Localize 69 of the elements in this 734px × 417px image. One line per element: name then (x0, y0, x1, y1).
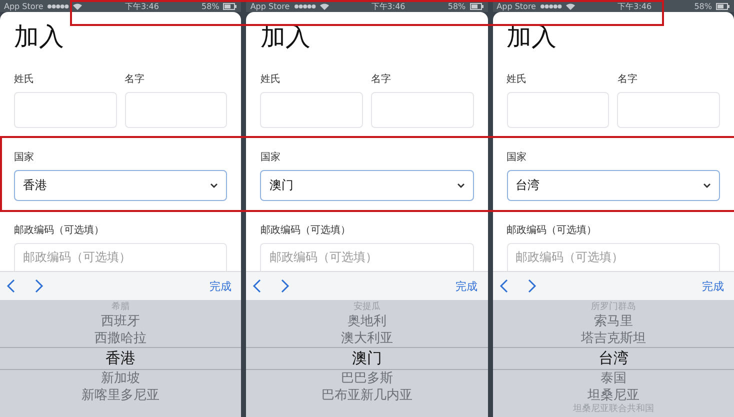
next-button[interactable] (281, 279, 290, 293)
previous-button[interactable] (498, 279, 508, 293)
input-field[interactable] (14, 92, 117, 128)
field-label: 国家 (506, 150, 528, 164)
next-button[interactable] (528, 279, 537, 293)
signal-dots-icon (47, 4, 70, 8)
picker-item[interactable]: 西撒哈拉 (94, 330, 147, 347)
picker-item[interactable]: 澳门 (352, 349, 382, 368)
picker-item[interactable]: 新喀里多尼亚 (82, 387, 160, 404)
picker-item[interactable]: 台湾 (598, 349, 628, 368)
field-label: 邮政编码（可选填） (14, 224, 105, 238)
status-time: 下午3:46 (618, 0, 652, 12)
field-label: 姓氏 (260, 72, 282, 86)
done-button[interactable]: 完成 (205, 278, 236, 294)
carrier-label: App Store (4, 2, 44, 10)
previous-button[interactable] (252, 279, 262, 293)
status-time: 下午3:46 (371, 0, 406, 12)
picker-item[interactable]: 塔吉克斯坦 (580, 330, 646, 347)
signal-dots-icon (540, 4, 562, 8)
carrier-label: App Store (250, 2, 290, 10)
country-select[interactable]: 澳门 (260, 170, 474, 202)
picker-item[interactable]: 香港 (106, 349, 136, 368)
picker-item[interactable]: 巴布亚新几内亚 (321, 387, 412, 404)
input-field[interactable] (124, 92, 228, 128)
battery-icon (470, 2, 484, 10)
chevron-down-icon (210, 182, 218, 188)
carrier-label: App Store (496, 2, 536, 10)
chevron-down-icon (456, 182, 465, 188)
wifi-icon (73, 2, 82, 10)
picker-item[interactable]: 坦桑尼亚 (587, 387, 640, 404)
input-field[interactable] (371, 92, 474, 128)
picker-item[interactable]: 西班牙 (101, 313, 140, 330)
input-field[interactable] (506, 92, 610, 128)
field-label: 国家 (260, 150, 282, 164)
signal-dots-icon (294, 4, 316, 8)
battery-icon (223, 2, 238, 10)
input-field[interactable] (617, 92, 720, 128)
field-label: 姓氏 (14, 72, 35, 86)
picker-item[interactable]: 新加坡 (101, 370, 140, 387)
previous-button[interactable] (6, 279, 15, 293)
picker-item[interactable]: 奥地利 (347, 313, 386, 330)
page-title: 加入 (506, 22, 558, 52)
picker-item[interactable]: 巴巴多斯 (340, 370, 393, 387)
status-time: 下午3:46 (124, 0, 159, 12)
field-label: 邮政编码（可选填） (506, 224, 598, 238)
picker-item[interactable]: 索马里 (594, 313, 633, 330)
country-select[interactable]: 台湾 (506, 170, 720, 202)
wifi-icon (320, 2, 329, 10)
field-label: 国家 (14, 150, 35, 164)
battery-percent: 58% (448, 2, 466, 10)
chevron-down-icon (702, 182, 711, 188)
done-button[interactable]: 完成 (452, 278, 482, 294)
field-label: 名字 (617, 72, 638, 86)
country-select[interactable]: 香港 (14, 170, 228, 202)
page-title: 加入 (260, 22, 312, 52)
input-field[interactable] (260, 92, 363, 128)
field-label: 姓氏 (506, 72, 528, 86)
picker-item[interactable]: 泰国 (600, 370, 626, 387)
battery-percent: 58% (694, 2, 712, 10)
battery-percent: 58% (202, 2, 220, 10)
wifi-icon (566, 2, 575, 10)
done-button[interactable]: 完成 (698, 278, 728, 294)
field-label: 名字 (124, 72, 146, 86)
field-label: 名字 (371, 72, 392, 86)
field-label: 邮政编码（可选填） (260, 224, 352, 238)
page-title: 加入 (14, 22, 65, 52)
next-button[interactable] (35, 279, 44, 293)
battery-icon (716, 2, 730, 10)
picker-item[interactable]: 澳大利亚 (340, 330, 393, 347)
